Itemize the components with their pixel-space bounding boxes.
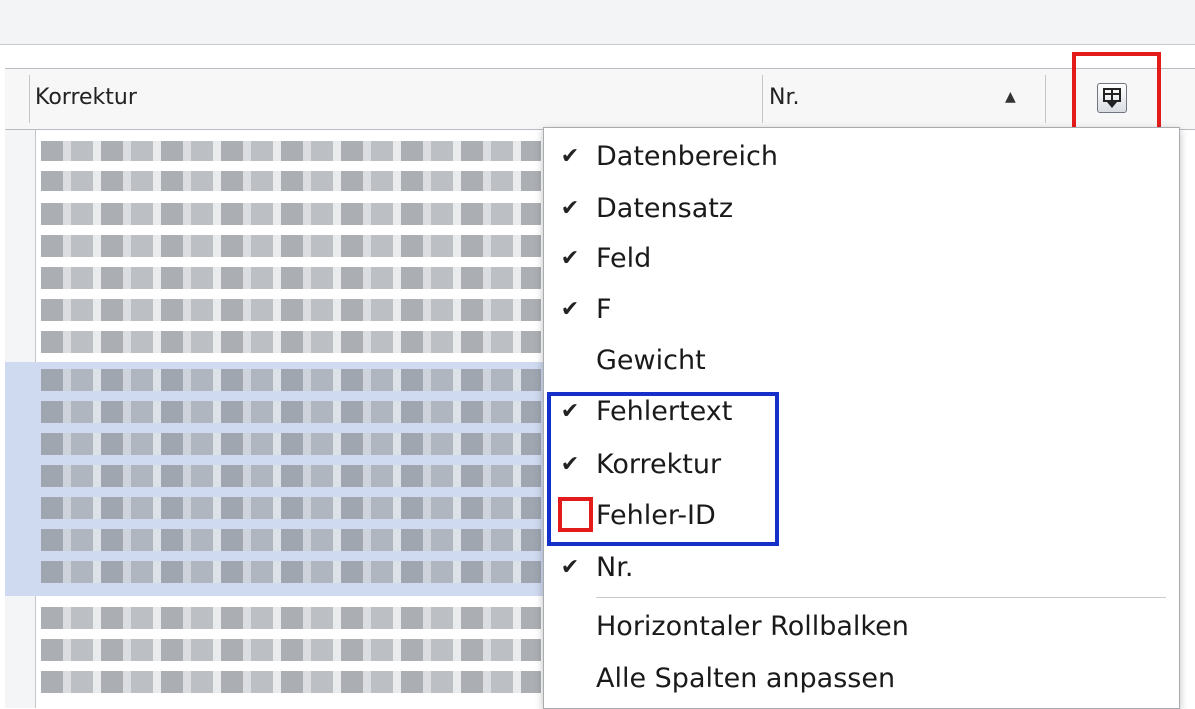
- blurred-cell: [41, 401, 541, 423]
- blurred-cell: [41, 235, 541, 257]
- checkmark-icon: ✔: [560, 297, 580, 322]
- menu-item-alle-spalten-anpassen[interactable]: Alle Spalten anpassen: [544, 655, 1179, 705]
- sort-ascending-icon: ▲: [1005, 89, 1016, 105]
- column-separator[interactable]: [762, 75, 763, 123]
- column-header-korrektur[interactable]: Korrektur: [35, 85, 137, 110]
- blurred-cell: [41, 331, 541, 353]
- checkmark-icon: ✔: [560, 196, 580, 221]
- menu-item-datensatz[interactable]: ✔ Datensatz: [544, 185, 1179, 235]
- blurred-cell: [41, 671, 541, 693]
- blurred-cell: [41, 299, 541, 321]
- checkmark-icon: [558, 349, 582, 373]
- blurred-cell: [41, 369, 541, 391]
- menu-item-datenbereich[interactable]: ✔ Datenbereich: [544, 133, 1179, 183]
- blurred-cell: [41, 639, 541, 661]
- column-separator[interactable]: [29, 75, 30, 123]
- column-separator[interactable]: [1045, 75, 1046, 123]
- blurred-cell: [41, 465, 541, 487]
- checkmark-icon: ✔: [560, 246, 580, 271]
- blurred-cell: [41, 529, 541, 551]
- menu-item-horizontaler-rollbalken[interactable]: Horizontaler Rollbalken: [544, 603, 1179, 653]
- table-header: Korrektur Nr. ▲: [5, 52, 1195, 142]
- blurred-cell: [41, 203, 541, 225]
- menu-item-nr[interactable]: ✔ Nr.: [544, 544, 1179, 594]
- blurred-cell: [41, 141, 541, 161]
- menu-item-gewicht[interactable]: Gewicht: [544, 337, 1179, 387]
- blurred-cell: [41, 497, 541, 519]
- blurred-cell: [41, 267, 541, 289]
- column-header-nr[interactable]: Nr.: [769, 85, 799, 110]
- menu-divider: [596, 597, 1166, 598]
- blurred-cell: [41, 171, 541, 191]
- toolbar-area: [0, 0, 1195, 45]
- checkmark-icon: ✔: [560, 555, 580, 580]
- menu-item-f[interactable]: ✔ F: [544, 286, 1179, 336]
- checkmark-icon: ✔: [560, 144, 580, 169]
- blurred-cell: [41, 561, 541, 583]
- blurred-cell: [41, 607, 541, 629]
- blurred-cell: [41, 433, 541, 455]
- highlight-box-checkbox: [558, 497, 593, 532]
- menu-item-feld[interactable]: ✔ Feld: [544, 235, 1179, 285]
